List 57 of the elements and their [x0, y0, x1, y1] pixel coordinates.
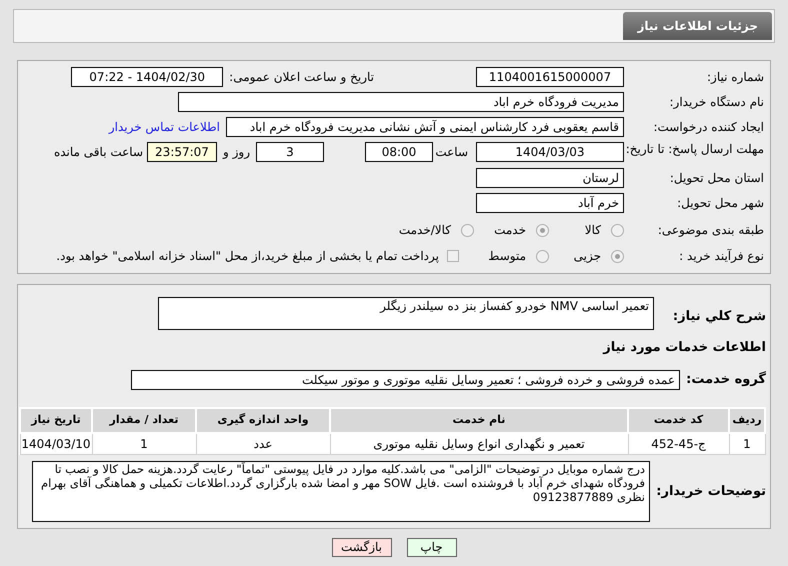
radio-button[interactable]: [461, 224, 474, 236]
column-header: تاریخ نیاز: [20, 408, 92, 432]
page-title: جزئیات اطلاعات نیاز: [623, 12, 772, 40]
field-label: توضیحات خریدار:: [655, 482, 766, 501]
column-header: تعداد / مقدار: [92, 408, 196, 432]
input-field[interactable]: 1404/03/03: [476, 142, 624, 162]
checkbox[interactable]: [447, 250, 459, 262]
column-header: ردیف: [729, 408, 765, 432]
option-label: متوسط: [488, 248, 526, 265]
table-cell: 1: [92, 432, 196, 454]
table-cell: ج-45-452: [628, 432, 729, 454]
option-label: جزیی: [574, 248, 601, 265]
input-field[interactable]: 3: [256, 142, 324, 162]
field-label: شماره نیاز:: [706, 69, 765, 86]
column-header: واحد اندازه گیری: [196, 408, 330, 432]
column-header: نام خدمت: [330, 408, 628, 432]
field-label: شرح کلي نياز:: [672, 308, 766, 326]
field-label: گروه خدمت:: [685, 370, 766, 389]
field-label: نام دستگاه خریدار:: [668, 94, 765, 111]
section-title: اطلاعات خدمات مورد نیاز: [602, 339, 766, 357]
summary-textarea[interactable]: تعمیر اساسی NMV خودرو کفساز بنز ده سیلندر زیگلر: [158, 297, 654, 330]
print-button[interactable]: چاپ: [406, 538, 456, 557]
field-label: ایجاد کننده درخواست:: [652, 119, 765, 136]
radio-button[interactable]: [611, 224, 624, 236]
field-label: نوع فرآیند خرید :: [678, 248, 765, 265]
input-field[interactable]: قاسم یعقوبی فرد کارشناس ایمنی و آتش نشانی مدیریت فرودگاه خرم اباد: [226, 117, 624, 137]
field-label: ساعت باقی مانده: [54, 144, 143, 161]
back-button[interactable]: بازگشت: [332, 538, 392, 557]
radio-button[interactable]: [611, 250, 624, 262]
input-field[interactable]: 23:57:07: [147, 142, 217, 162]
column-header: کد خدمت: [628, 408, 729, 432]
field-label: تاریخ و ساعت اعلان عمومی:: [229, 69, 374, 86]
input-field[interactable]: لرستان: [476, 168, 624, 188]
table-cell: تعمیر و نگهداری انواع وسایل نقلیه موتوری: [330, 432, 628, 454]
input-field[interactable]: 1404/02/30 - 07:22: [71, 67, 224, 87]
input-field[interactable]: مدیریت فرودگاه خرم اباد: [178, 92, 624, 112]
radio-button[interactable]: [536, 224, 549, 236]
input-field[interactable]: عمده فروشی و خرده فروشی ؛ تعمیر وسایل نقلیه موتوری و موتور سیکلت: [131, 370, 680, 390]
field-label: استان محل تحویل:: [668, 170, 765, 187]
input-field[interactable]: خرم آباد: [476, 193, 624, 213]
option-label: کالا: [584, 222, 601, 239]
field-label: شهر محل تحویل:: [676, 195, 765, 212]
notes-textarea[interactable]: درج شماره موبایل در توضیحات "الزامی" می باشد.کلیه موارد در فایل پیوستی "تماماً" رعایت گردد.هزینه حمل کالا و نصب تا فرودگاه شهدای خرم آباد با فروشنده است .فایل SOW مهر و امضا شده بارگزاری گردد.اطلاعات تکمیلی و هماهنگی آقای بهرام نظری 09123877889: [32, 461, 650, 522]
field-label: طبقه بندی موضوعی:: [656, 222, 765, 239]
field-label: مهلت ارسال پاسخ: تا تاریخ:: [624, 142, 765, 157]
field-label: روز و: [223, 144, 250, 161]
input-field[interactable]: 08:00: [365, 142, 433, 162]
table-cell: 1404/03/10: [20, 432, 92, 454]
table-cell: عدد: [196, 432, 330, 454]
option-label: کالا/خدمت: [398, 222, 451, 239]
table-cell: 1: [729, 432, 765, 454]
field-label: ساعت: [434, 144, 468, 161]
radio-button[interactable]: [536, 250, 549, 262]
option-label: خدمت: [494, 222, 526, 239]
contact-link[interactable]: اطلاعات تماس خریدار: [108, 118, 220, 136]
payment-note: پرداخت تمام یا بخشی از مبلغ خرید،از محل "اسناد خزانه اسلامی" خواهد بود.: [56, 248, 439, 265]
input-field[interactable]: 1104001615000007: [476, 67, 624, 87]
